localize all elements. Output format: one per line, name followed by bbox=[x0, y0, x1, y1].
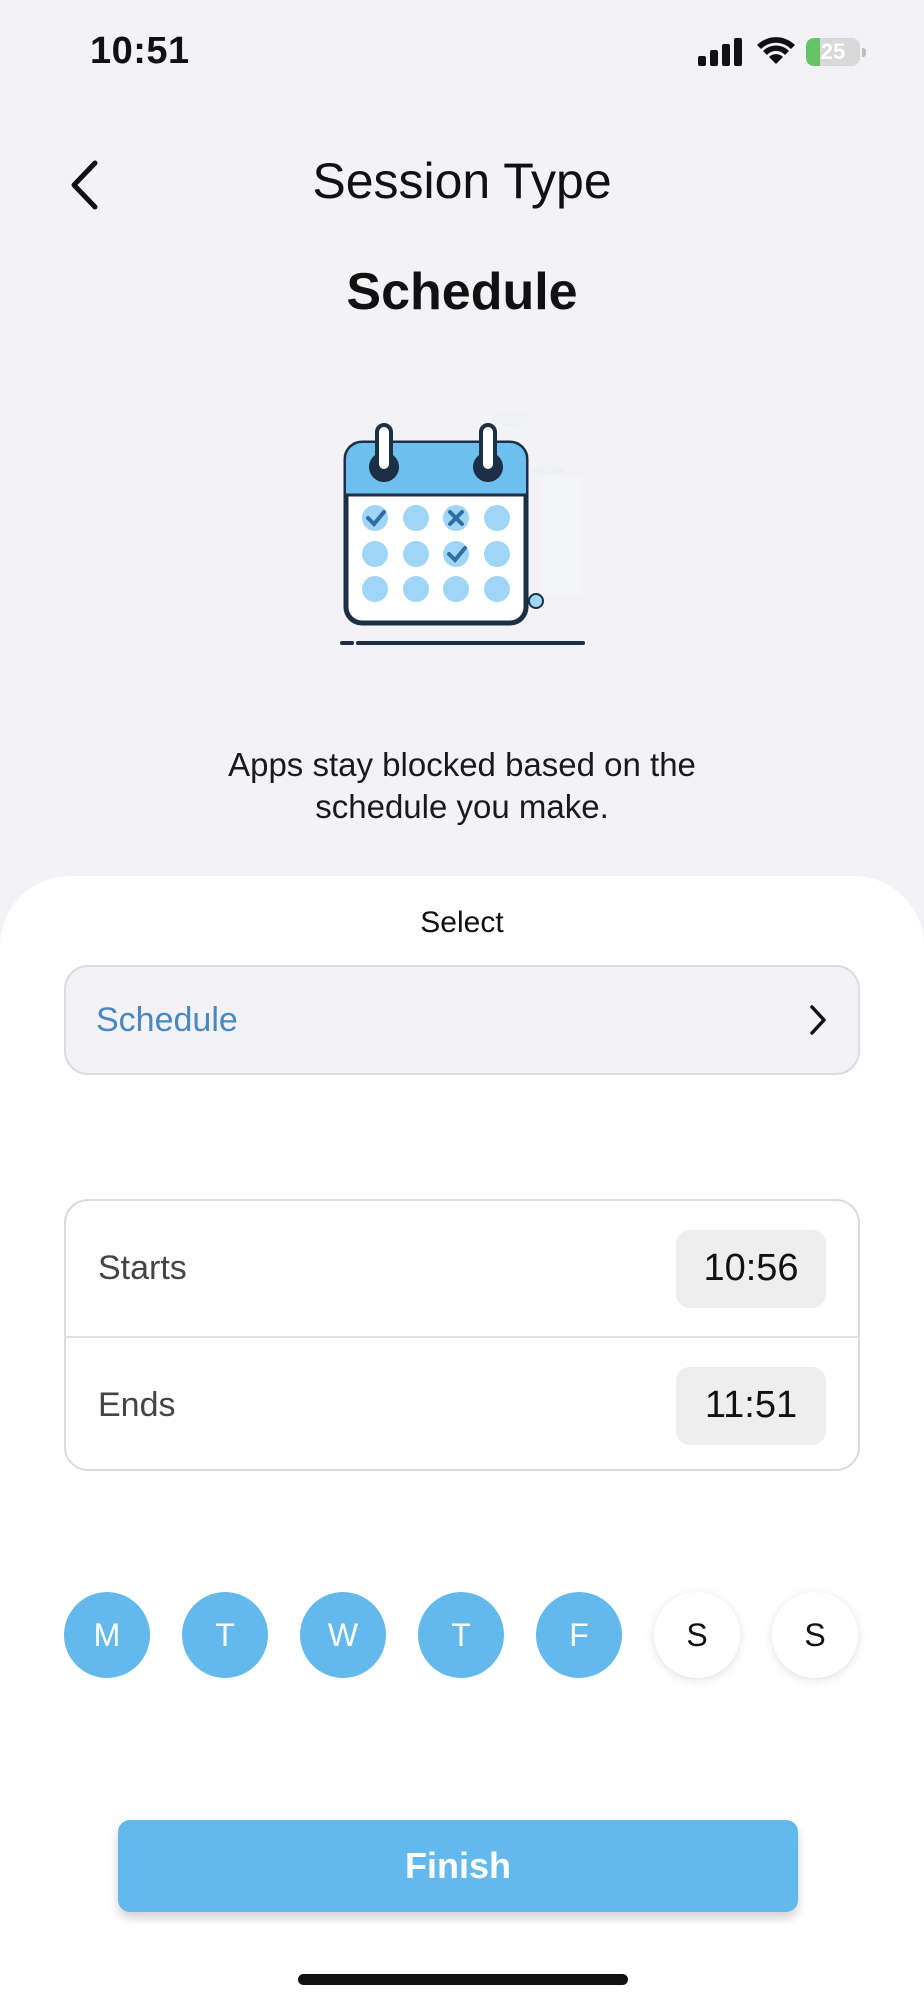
day-toggle-wednesday[interactable]: W bbox=[300, 1592, 386, 1678]
starts-label: Starts bbox=[98, 1249, 187, 1287]
status-bar: 10:51 25 bbox=[0, 0, 924, 104]
session-type-screen: 10:51 25 Session Type Schedule Apps stay… bbox=[0, 0, 924, 2000]
schedule-time-card: Starts 10:56 Ends 11:51 bbox=[64, 1199, 860, 1471]
session-description: Apps stay blocked based on the schedule … bbox=[228, 746, 696, 825]
session-type-selector[interactable]: Schedule bbox=[64, 965, 860, 1075]
day-toggle-friday[interactable]: F bbox=[536, 1592, 622, 1678]
weekday-selector: M T W T F S S bbox=[64, 1592, 860, 1682]
day-toggle-sunday[interactable]: S bbox=[772, 1592, 858, 1678]
end-time-picker[interactable]: 11:51 bbox=[676, 1366, 826, 1445]
status-time: 10:51 bbox=[90, 30, 190, 72]
day-toggle-tuesday[interactable]: T bbox=[182, 1592, 268, 1678]
home-indicator bbox=[298, 1974, 628, 1985]
ends-label: Ends bbox=[98, 1386, 176, 1424]
day-toggle-saturday[interactable]: S bbox=[654, 1592, 740, 1678]
ends-row: Ends 11:51 bbox=[66, 1338, 858, 1473]
chevron-right-icon bbox=[810, 1005, 826, 1035]
select-label: Select bbox=[420, 906, 504, 939]
day-toggle-monday[interactable]: M bbox=[64, 1592, 150, 1678]
finish-button[interactable]: Finish bbox=[118, 1820, 798, 1912]
bottom-sheet: Select Schedule Starts 10:56 Ends 11:51 … bbox=[0, 876, 924, 2000]
calendar-illustration bbox=[340, 412, 585, 645]
battery-icon: 25 bbox=[806, 38, 866, 66]
day-toggle-thursday[interactable]: T bbox=[418, 1592, 504, 1678]
nav-title: Session Type bbox=[312, 153, 612, 209]
battery-percentage: 25 bbox=[820, 39, 846, 64]
cellular-signal-icon bbox=[698, 38, 742, 66]
session-type-value: Schedule bbox=[96, 1000, 238, 1039]
wifi-icon bbox=[757, 37, 795, 64]
page-heading: Schedule bbox=[346, 263, 578, 321]
starts-row: Starts 10:56 bbox=[66, 1201, 858, 1336]
start-time-picker[interactable]: 10:56 bbox=[676, 1229, 826, 1308]
